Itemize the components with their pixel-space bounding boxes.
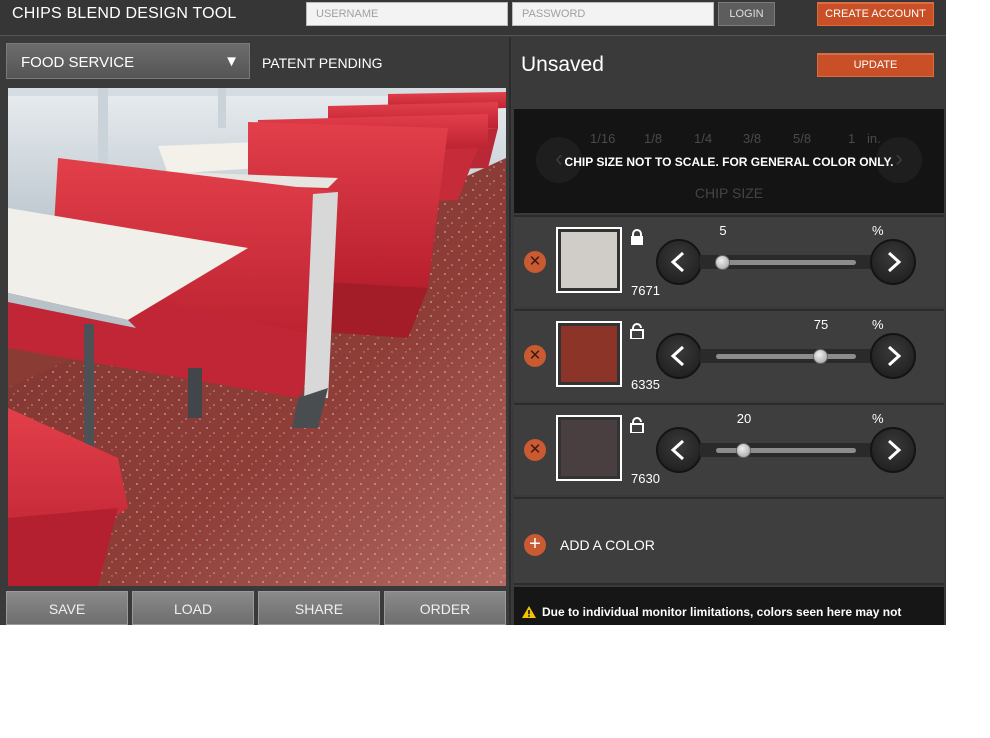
- swatch-fill: [561, 420, 617, 476]
- chip-size-unit: in.: [867, 131, 881, 146]
- increase-percent-button[interactable]: [870, 427, 916, 473]
- monitor-warning: Due to individual monitor limitations, c…: [514, 587, 944, 625]
- color-swatch[interactable]: [556, 415, 622, 481]
- decrease-percent-button[interactable]: [656, 427, 702, 473]
- chip-size-option[interactable]: 1/8: [644, 131, 662, 146]
- add-color-label[interactable]: ADD A COLOR: [560, 537, 655, 553]
- monitor-warning-text: Due to individual monitor limitations, c…: [542, 605, 902, 619]
- lock-open-icon[interactable]: [630, 323, 644, 339]
- color-swatch[interactable]: [556, 227, 622, 293]
- color-code: 6335: [631, 377, 660, 392]
- room-preview-image: [8, 88, 506, 586]
- color-swatch[interactable]: [556, 321, 622, 387]
- color-row: ✕ 7630 20 %: [514, 403, 944, 495]
- create-account-button[interactable]: CREATE ACCOUNT: [817, 2, 934, 26]
- add-color-row[interactable]: + ADD A COLOR: [514, 497, 944, 585]
- chip-size-option[interactable]: 5/8: [793, 131, 811, 146]
- order-button[interactable]: ORDER: [384, 591, 506, 625]
- chip-size-option[interactable]: 1/4: [694, 131, 712, 146]
- decrease-percent-button[interactable]: [656, 239, 702, 285]
- chip-size-option[interactable]: 3/8: [743, 131, 761, 146]
- app-title: CHIPS BLEND DESIGN TOOL: [12, 5, 237, 22]
- save-button[interactable]: SAVE: [6, 591, 128, 625]
- lock-open-icon[interactable]: [630, 417, 644, 433]
- warning-icon: [522, 606, 536, 618]
- chip-size-option[interactable]: 1: [848, 131, 855, 146]
- color-row: ✕ 6335 75 %: [514, 309, 944, 401]
- chip-size-selector: ‹ › 1/16 1/8 1/4 3/8 5/8 1 in. CHIP SIZE…: [514, 109, 944, 213]
- load-button[interactable]: LOAD: [132, 591, 254, 625]
- login-button[interactable]: LOGIN: [718, 2, 775, 26]
- header-bar: CHIPS BLEND DESIGN TOOL LOGIN CREATE ACC…: [0, 0, 946, 36]
- share-button[interactable]: SHARE: [258, 591, 380, 625]
- percent-slider-thumb[interactable]: [813, 349, 828, 364]
- swatch-fill: [561, 326, 617, 382]
- color-code: 7630: [631, 471, 660, 486]
- action-bar: SAVE LOAD SHARE ORDER: [6, 591, 506, 625]
- increase-percent-button[interactable]: [870, 333, 916, 379]
- percent-slider-track[interactable]: [716, 354, 856, 359]
- lock-closed-icon[interactable]: [630, 229, 644, 245]
- percent-slider-thumb[interactable]: [715, 255, 730, 270]
- percent-slider-track[interactable]: [716, 260, 856, 265]
- update-button[interactable]: UPDATE: [817, 53, 934, 77]
- password-input[interactable]: [512, 2, 714, 26]
- chips-blend-app: CHIPS BLEND DESIGN TOOL LOGIN CREATE ACC…: [0, 0, 946, 625]
- blend-panel: Unsaved UPDATE ‹ › 1/16 1/8 1/4 3/8 5/8 …: [512, 37, 946, 625]
- color-code: 7671: [631, 283, 660, 298]
- swatch-fill: [561, 232, 617, 288]
- percent-value: 20: [736, 411, 752, 426]
- application-dropdown[interactable]: FOOD SERVICE ▼: [6, 43, 250, 79]
- percent-sign: %: [872, 223, 884, 238]
- remove-color-icon[interactable]: ✕: [524, 251, 546, 273]
- triangle-down-icon: ▼: [224, 53, 239, 70]
- username-input[interactable]: [306, 2, 508, 26]
- color-row: ✕ 7671 5 %: [514, 215, 944, 307]
- percent-sign: %: [872, 317, 884, 332]
- remove-color-icon[interactable]: ✕: [524, 439, 546, 461]
- increase-percent-button[interactable]: [870, 239, 916, 285]
- percent-value: 5: [719, 223, 727, 238]
- chip-size-caption: CHIP SIZE: [694, 185, 764, 201]
- decrease-percent-button[interactable]: [656, 333, 702, 379]
- dropdown-selected-label: FOOD SERVICE: [21, 54, 135, 71]
- chip-size-notice: CHIP SIZE NOT TO SCALE. FOR GENERAL COLO…: [564, 155, 894, 169]
- percent-value: 75: [813, 317, 829, 332]
- remove-color-icon[interactable]: ✕: [524, 345, 546, 367]
- preview-panel: FOOD SERVICE ▼ PATENT PENDING SAVE LOAD …: [0, 37, 511, 625]
- chip-size-option[interactable]: 1/16: [590, 131, 615, 146]
- blend-name-title: Unsaved: [521, 53, 604, 76]
- percent-slider-thumb[interactable]: [736, 443, 751, 458]
- patent-pending-label: PATENT PENDING: [262, 55, 383, 71]
- plus-icon[interactable]: +: [524, 534, 546, 556]
- percent-sign: %: [872, 411, 884, 426]
